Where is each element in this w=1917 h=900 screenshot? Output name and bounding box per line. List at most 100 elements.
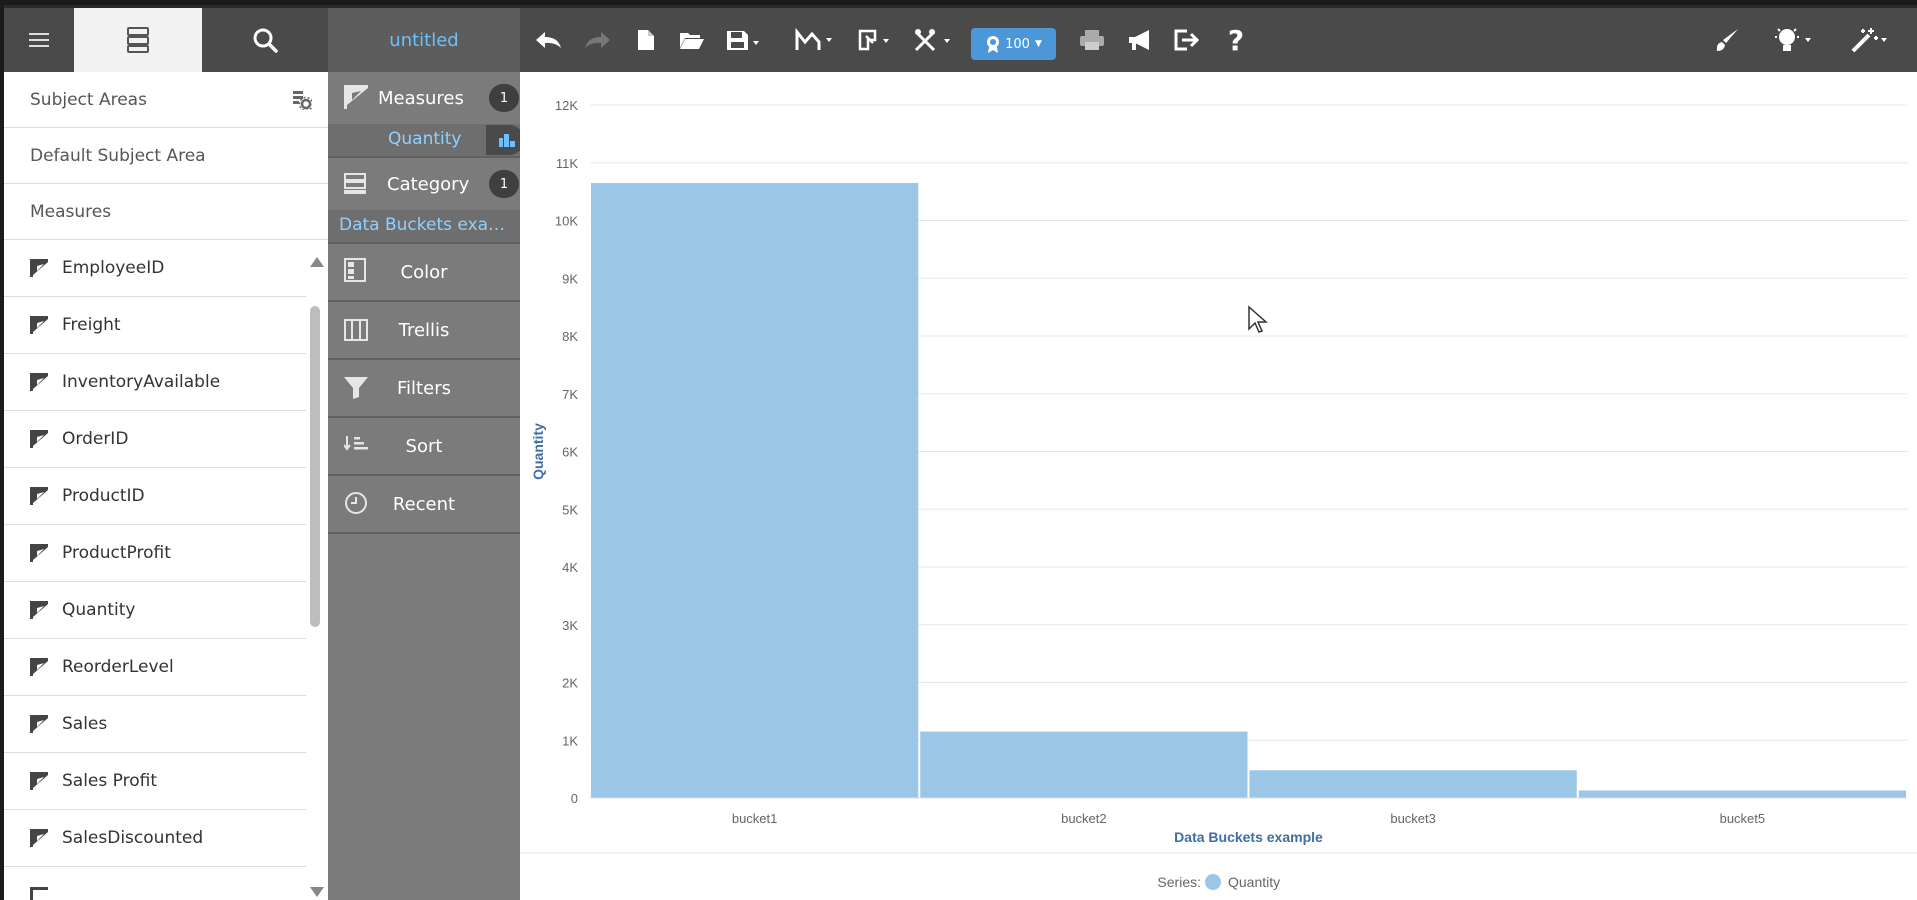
recent-well[interactable]: Recent — [328, 476, 520, 532]
legend-entry: Quantity — [1228, 874, 1280, 890]
measure-icon — [30, 430, 48, 448]
field-item-sales-profit[interactable]: Sales Profit — [4, 753, 306, 810]
measure-icon — [344, 85, 368, 109]
export-icon[interactable] — [1166, 8, 1208, 72]
scroll-up-arrow[interactable] — [310, 257, 324, 267]
field-wells-panel: Measures 1 Quantity Category 1 Data Buck… — [328, 72, 520, 900]
filters-well[interactable]: Filters — [328, 360, 520, 416]
scrollbar-thumb[interactable] — [310, 306, 320, 627]
bar-chart[interactable]: 0 1K 2K 3K 4K 5K 6K 7K 8K 9K 10K 11K 12K bucket1 bucke… — [520, 72, 1917, 900]
y-tick-label: 12K — [555, 98, 578, 113]
performance-badge[interactable]: 100 ▼ — [971, 28, 1056, 60]
recent-well-label: Recent — [392, 493, 456, 515]
search-icon[interactable] — [202, 8, 328, 72]
y-tick-label: 8K — [562, 329, 578, 344]
y-tick-label: 3K — [562, 618, 578, 633]
subject-areas-title: Subject Areas — [30, 89, 147, 110]
bar-chart-icon — [499, 134, 515, 147]
measures-section-label[interactable]: Measures — [4, 184, 328, 240]
field-label: ProductProfit — [62, 543, 171, 563]
measure-icon — [30, 487, 48, 505]
report-title[interactable]: untitled — [328, 8, 520, 72]
measure-field-label: Quantity — [388, 129, 462, 149]
badge-value: 100 — [1005, 36, 1030, 52]
measures-well[interactable]: Measures 1 — [328, 72, 520, 124]
x-tick-label: bucket3 — [1390, 811, 1436, 826]
y-tick-label: 9K — [562, 271, 578, 286]
field-label: InventoryAvailable — [62, 372, 221, 392]
scroll-down-arrow[interactable] — [310, 887, 324, 897]
measure-icon — [30, 544, 48, 562]
toolbar: untitled 100 ▼ ? — [4, 5, 1917, 72]
field-label: OrderID — [62, 429, 129, 449]
app-window: untitled 100 ▼ ? Subject Areas Default S… — [4, 5, 1917, 900]
bar[interactable] — [920, 731, 1248, 798]
field-item-employeeid[interactable]: EmployeeID — [4, 240, 306, 297]
settings-icon[interactable] — [292, 90, 314, 115]
new-file-icon[interactable] — [628, 8, 664, 72]
undo-icon[interactable] — [528, 8, 568, 72]
magic-wand-icon[interactable] — [1842, 8, 1898, 72]
tools-icon[interactable] — [906, 8, 960, 72]
chart-type-icon[interactable] — [788, 8, 842, 72]
format-icon[interactable] — [850, 8, 900, 72]
bar[interactable] — [591, 182, 919, 798]
sort-well[interactable]: Sort — [328, 418, 520, 474]
color-well-label: Color — [400, 261, 448, 283]
lightbulb-icon[interactable] — [1766, 8, 1822, 72]
field-item-salesdiscounted[interactable]: SalesDiscounted — [4, 810, 306, 867]
category-field-label: Data Buckets exa… — [339, 215, 506, 235]
category-well[interactable]: Category 1 — [328, 158, 520, 210]
bar[interactable] — [1578, 790, 1906, 798]
category-icon — [344, 173, 366, 194]
subject-area-panel: Subject Areas Default Subject Area Measu… — [4, 72, 328, 900]
measure-icon — [30, 772, 48, 790]
field-item-inventoryavailable[interactable]: InventoryAvailable — [4, 354, 306, 411]
field-label: SalesDiscounted — [62, 828, 204, 848]
chart-area[interactable]: 0 1K 2K 3K 4K 5K 6K 7K 8K 9K 10K 11K 12K bucket1 bucke… — [520, 72, 1917, 900]
y-tick-label: 2K — [562, 676, 578, 691]
print-icon[interactable] — [1072, 8, 1112, 72]
help-icon[interactable]: ? — [1216, 8, 1256, 72]
y-tick-label: 0 — [571, 791, 578, 806]
field-item-productprofit[interactable]: ProductProfit — [4, 525, 306, 582]
measure-icon — [30, 373, 48, 391]
field-item-partial[interactable] — [4, 867, 306, 900]
chevron-down-icon: ▼ — [1034, 39, 1042, 49]
brush-icon[interactable] — [1706, 8, 1748, 72]
measure-icon — [30, 259, 48, 277]
data-panel-icon[interactable] — [74, 8, 202, 72]
award-icon — [987, 36, 1000, 53]
field-label: ProductID — [62, 486, 145, 506]
y-tick-label: 6K — [562, 445, 578, 460]
field-item-sales[interactable]: Sales — [4, 696, 306, 753]
field-item-orderid[interactable]: OrderID — [4, 411, 306, 468]
measures-count-badge: 1 — [489, 84, 519, 112]
legend-swatch — [1205, 874, 1221, 890]
redo-icon[interactable] — [578, 8, 618, 72]
field-item-freight[interactable]: Freight — [4, 297, 306, 354]
measure-icon — [30, 829, 48, 847]
field-label: Freight — [62, 315, 121, 335]
x-tick-label: bucket1 — [732, 811, 778, 826]
field-item-quantity[interactable]: Quantity — [4, 582, 306, 639]
field-label: EmployeeID — [62, 258, 165, 278]
y-axis-title: Quantity — [530, 423, 546, 480]
save-icon[interactable] — [716, 8, 770, 72]
menu-icon[interactable] — [4, 8, 74, 72]
color-well[interactable]: Color — [328, 244, 520, 300]
category-field-buckets[interactable]: Data Buckets exa… — [328, 210, 520, 242]
measure-chart-toggle[interactable] — [486, 125, 524, 155]
announce-icon[interactable] — [1120, 8, 1160, 72]
field-item-productid[interactable]: ProductID — [4, 468, 306, 525]
bar[interactable] — [1249, 770, 1577, 798]
subject-area-name[interactable]: Default Subject Area — [4, 128, 328, 184]
category-well-label: Category — [387, 173, 470, 195]
trellis-well[interactable]: Trellis — [328, 302, 520, 358]
measures-well-label: Measures — [378, 87, 464, 109]
open-folder-icon[interactable] — [672, 8, 712, 72]
x-tick-label: bucket5 — [1720, 811, 1766, 826]
field-item-reorderlevel[interactable]: ReorderLevel — [4, 639, 306, 696]
measure-icon — [30, 886, 48, 900]
y-tick-label: 10K — [555, 214, 578, 229]
